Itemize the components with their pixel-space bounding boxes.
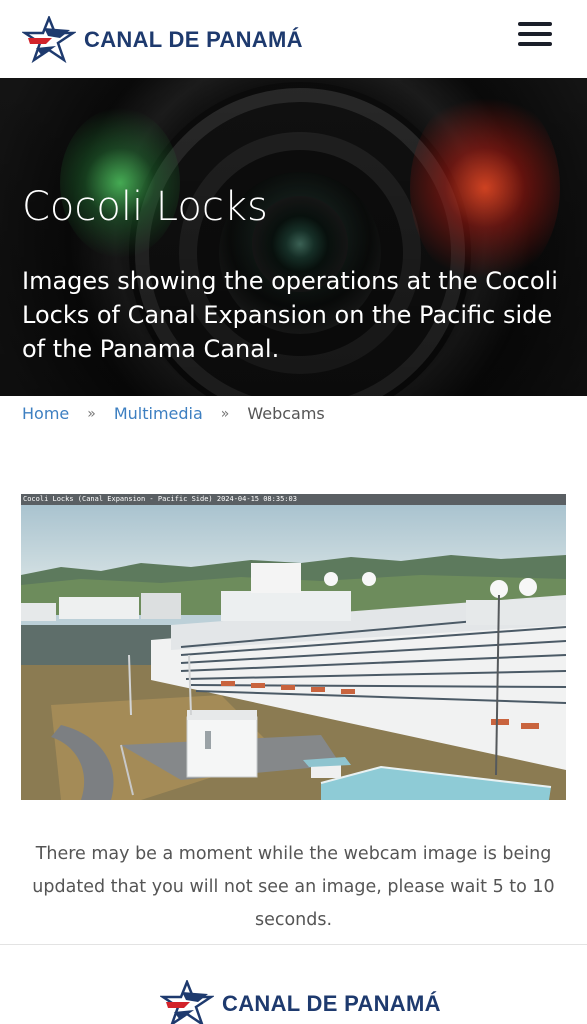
brand-name: Canal de Panamá — [84, 27, 303, 52]
divider — [0, 944, 587, 945]
footer-logo[interactable]: Canal de Panamá — [160, 980, 441, 1024]
breadcrumb: Home » Multimedia » Webcams — [22, 404, 325, 423]
breadcrumb-separator: » — [220, 405, 230, 422]
site-logo[interactable]: Canal de Panamá — [22, 16, 303, 64]
page-description: Images showing the operations at the Coc… — [22, 267, 558, 363]
footer-brand-name: Canal de Panamá — [222, 991, 441, 1016]
hamburger-menu-icon[interactable] — [518, 22, 552, 48]
page-title: Cocoli Locks — [22, 184, 268, 230]
webcam-image: Cocoli Locks (Canal Expansion - Pacific … — [21, 494, 566, 800]
breadcrumb-separator: » — [87, 405, 96, 422]
breadcrumb-current: Webcams — [247, 404, 325, 423]
hero-banner: Cocoli Locks Images showing the operatio… — [0, 78, 587, 396]
star-logo-icon — [22, 16, 76, 64]
top-navigation-bar: Canal de Panamá — [0, 0, 587, 78]
breadcrumb-multimedia-link[interactable]: Multimedia — [114, 404, 203, 423]
webcam-update-notice: There may be a moment while the webcam i… — [32, 844, 555, 930]
star-logo-icon — [160, 980, 214, 1024]
breadcrumb-home-link[interactable]: Home — [22, 404, 69, 423]
webcam-scene — [21, 505, 566, 800]
webcam-caption: Cocoli Locks (Canal Expansion - Pacific … — [21, 494, 566, 505]
